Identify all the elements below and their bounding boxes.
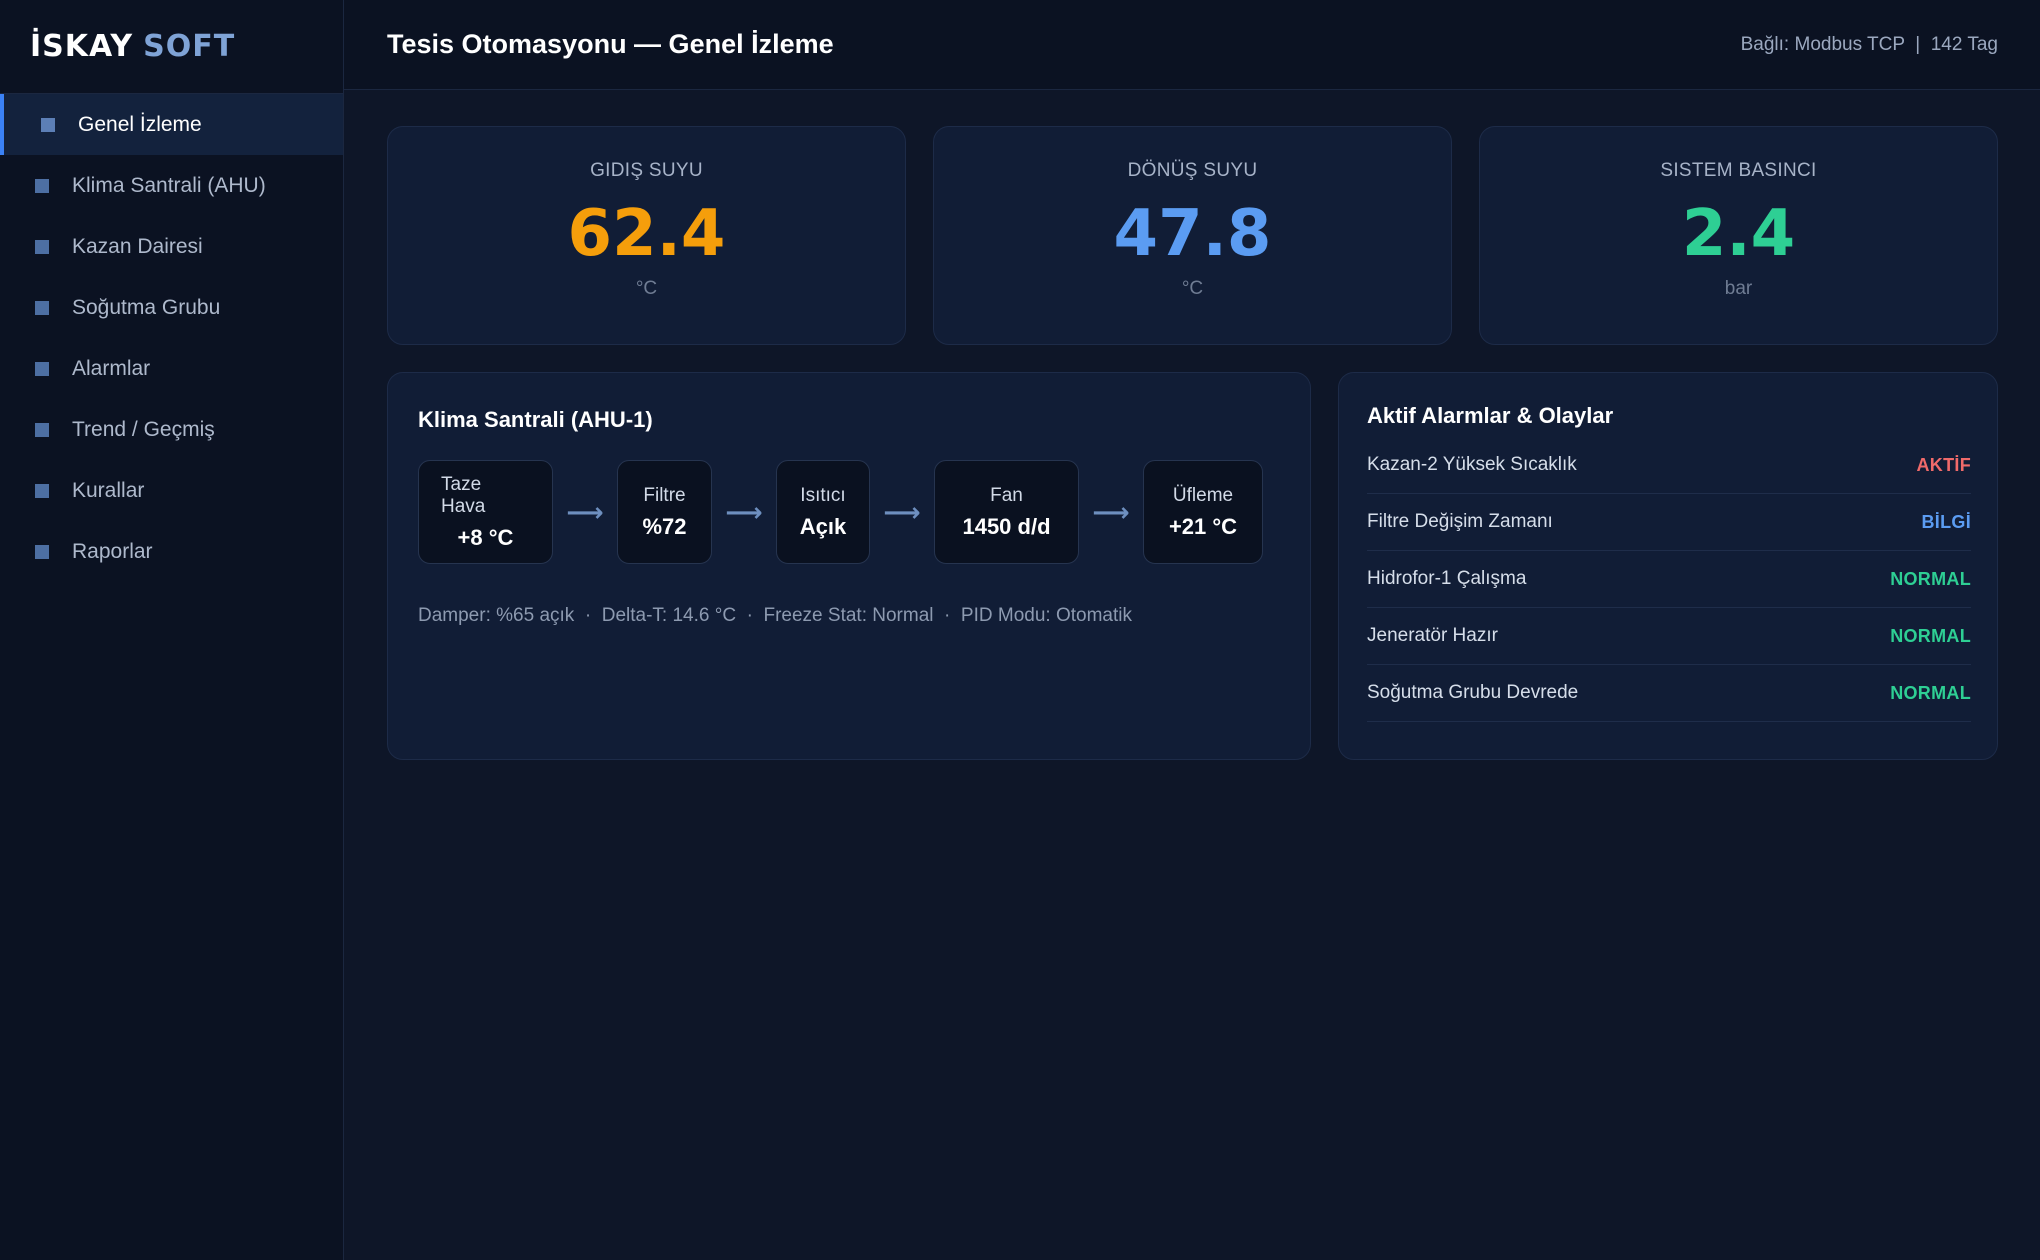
page-title: Tesis Otomasyonu — Genel İzleme [387, 29, 834, 59]
square-bullet-icon [35, 300, 49, 315]
alarm-row[interactable]: Soğutma Grubu Devrede NORMAL [1367, 665, 1971, 722]
sidebar-item-label: Genel İzleme [78, 112, 202, 136]
alarm-list: Kazan-2 Yüksek Sıcaklık AKTİF Filtre Değ… [1367, 437, 1971, 722]
alarm-name: Filtre Değişim Zamanı [1367, 511, 1553, 532]
sidebar-item-genel-izleme[interactable]: Genel İzleme [0, 94, 343, 155]
brand-logo[interactable]: İSKAY SOFT [0, 0, 343, 94]
ahu-step-label: Isıtıcı [800, 484, 846, 506]
square-bullet-icon [35, 178, 49, 193]
sidebar-item-label: Raporlar [72, 539, 153, 563]
square-bullet-icon [35, 239, 49, 254]
alarm-status-badge: NORMAL [1890, 682, 1971, 703]
sidebar-item-kurallar[interactable]: Kurallar [0, 460, 343, 521]
sidebar-item-trend-gecmis[interactable]: Trend / Geçmiş [0, 399, 343, 460]
sidebar: İSKAY SOFT Genel İzleme Klima Santrali (… [0, 0, 344, 1260]
top-header: Tesis Otomasyonu — Genel İzleme Bağlı: M… [344, 0, 2040, 90]
connection-status-text: Bağlı: Modbus TCP | 142 Tag [1740, 33, 1998, 55]
ahu-step-label: Taze Hava [441, 473, 486, 517]
sidebar-item-label: Alarmlar [72, 356, 151, 380]
alarm-name: Jeneratör Hazır [1367, 625, 1498, 646]
ahu-panel-title: Klima Santrali (AHU-1) [418, 407, 653, 432]
kpi-label: GIDIŞ SUYU [590, 160, 703, 181]
alarm-row[interactable]: Jeneratör Hazır NORMAL [1367, 608, 1971, 665]
square-bullet-icon [41, 117, 55, 132]
app-window: İSKAY SOFT Genel İzleme Klima Santrali (… [0, 0, 2040, 1260]
kpi-value: 47.8 [1113, 197, 1272, 271]
arrow-right-icon: ⟶ [1092, 496, 1130, 527]
sidebar-item-alarmlar[interactable]: Alarmlar [0, 338, 343, 399]
connection-status: Bağlı: Modbus TCP | 142 Tag [1741, 34, 1998, 56]
ahu-step-label: Üfleme [1172, 484, 1234, 506]
alarm-row[interactable]: Kazan-2 Yüksek Sıcaklık AKTİF [1367, 437, 1971, 494]
ahu-step-value: 1450 d/d [962, 513, 1051, 539]
arrow-right-icon: ⟶ [883, 496, 921, 527]
square-bullet-icon [35, 361, 49, 376]
sidebar-item-label: Kazan Dairesi [72, 234, 203, 258]
sidebar-item-klima-santrali[interactable]: Klima Santrali (AHU) [0, 155, 343, 216]
square-bullet-icon [35, 544, 49, 559]
brand-name-part1: İSKAY [30, 29, 134, 64]
sidebar-item-label: Klima Santrali (AHU) [72, 173, 266, 197]
alarm-name: Soğutma Grubu Devrede [1367, 682, 1579, 703]
ahu-step-fan[interactable]: Fan 1450 d/d [934, 460, 1079, 564]
kpi-value: 2.4 [1681, 197, 1796, 271]
ahu-step-filtre[interactable]: Filtre %72 [617, 460, 712, 564]
alarm-status-badge: BİLGİ [1921, 511, 1971, 532]
ahu-step-value: +8 °C [457, 524, 514, 550]
arrow-right-icon: ⟶ [725, 496, 763, 527]
alarm-row[interactable]: Hidrofor-1 Çalışma NORMAL [1367, 551, 1971, 608]
kpi-card-sistem-basinci: SISTEM BASINCI 2.4 bar [1479, 126, 1998, 345]
ahu-flow-diagram: Taze Hava +8 °C ⟶ Filtre %72 ⟶ Isıtıcı A… [418, 460, 1263, 564]
sidebar-item-label: Kurallar [72, 478, 145, 502]
kpi-label: DÖNÜŞ SUYU [1127, 160, 1258, 181]
sidebar-item-label: Trend / Geçmiş [72, 417, 215, 441]
alarm-status-badge: NORMAL [1890, 625, 1971, 646]
ahu-step-label: Filtre [643, 484, 686, 506]
kpi-card-donus-suyu: DÖNÜŞ SUYU 47.8 °C [933, 126, 1452, 345]
square-bullet-icon [35, 483, 49, 498]
alarm-row[interactable]: Filtre Değişim Zamanı BİLGİ [1367, 494, 1971, 551]
ahu-step-ufleme[interactable]: Üfleme +21 °C [1143, 460, 1263, 564]
ahu-step-value: Açık [799, 513, 847, 539]
brand-name-part2: SOFT [143, 29, 236, 64]
kpi-value: 62.4 [567, 197, 726, 271]
sidebar-nav: Genel İzleme Klima Santrali (AHU) Kazan … [0, 94, 343, 582]
ahu-step-label: Fan [990, 484, 1023, 506]
ahu-status-info: Damper: %65 açık · Delta-T: 14.6 °C · Fr… [418, 605, 1132, 626]
ahu-step-value: +21 °C [1168, 513, 1238, 539]
kpi-label: SISTEM BASINCI [1660, 160, 1817, 181]
alarms-panel-title: Aktif Alarmlar & Olaylar [1367, 403, 1614, 428]
ahu-step-taze-hava[interactable]: Taze Hava +8 °C [418, 460, 553, 564]
sidebar-item-label: Soğutma Grubu [72, 295, 221, 319]
square-bullet-icon [35, 422, 49, 437]
kpi-unit: °C [1181, 278, 1204, 299]
alarm-name: Hidrofor-1 Çalışma [1367, 568, 1527, 589]
alarm-name: Kazan-2 Yüksek Sıcaklık [1367, 454, 1577, 475]
sidebar-item-kazan-dairesi[interactable]: Kazan Dairesi [0, 216, 343, 277]
kpi-unit: °C [635, 278, 658, 299]
kpi-unit: bar [1724, 278, 1753, 299]
sidebar-item-sogutma-grubu[interactable]: Soğutma Grubu [0, 277, 343, 338]
alarm-status-badge: NORMAL [1890, 568, 1971, 589]
arrow-right-icon: ⟶ [566, 496, 604, 527]
kpi-card-gidis-suyu: GIDIŞ SUYU 62.4 °C [387, 126, 906, 345]
alarm-status-badge: AKTİF [1916, 454, 1971, 475]
ahu-step-isitici[interactable]: Isıtıcı Açık [776, 460, 870, 564]
sidebar-item-raporlar[interactable]: Raporlar [0, 521, 343, 582]
ahu-panel: Klima Santrali (AHU-1) Taze Hava +8 °C ⟶… [387, 372, 1311, 760]
alarms-panel: Aktif Alarmlar & Olaylar Kazan-2 Yüksek … [1338, 372, 1998, 760]
ahu-step-value: %72 [642, 513, 687, 539]
